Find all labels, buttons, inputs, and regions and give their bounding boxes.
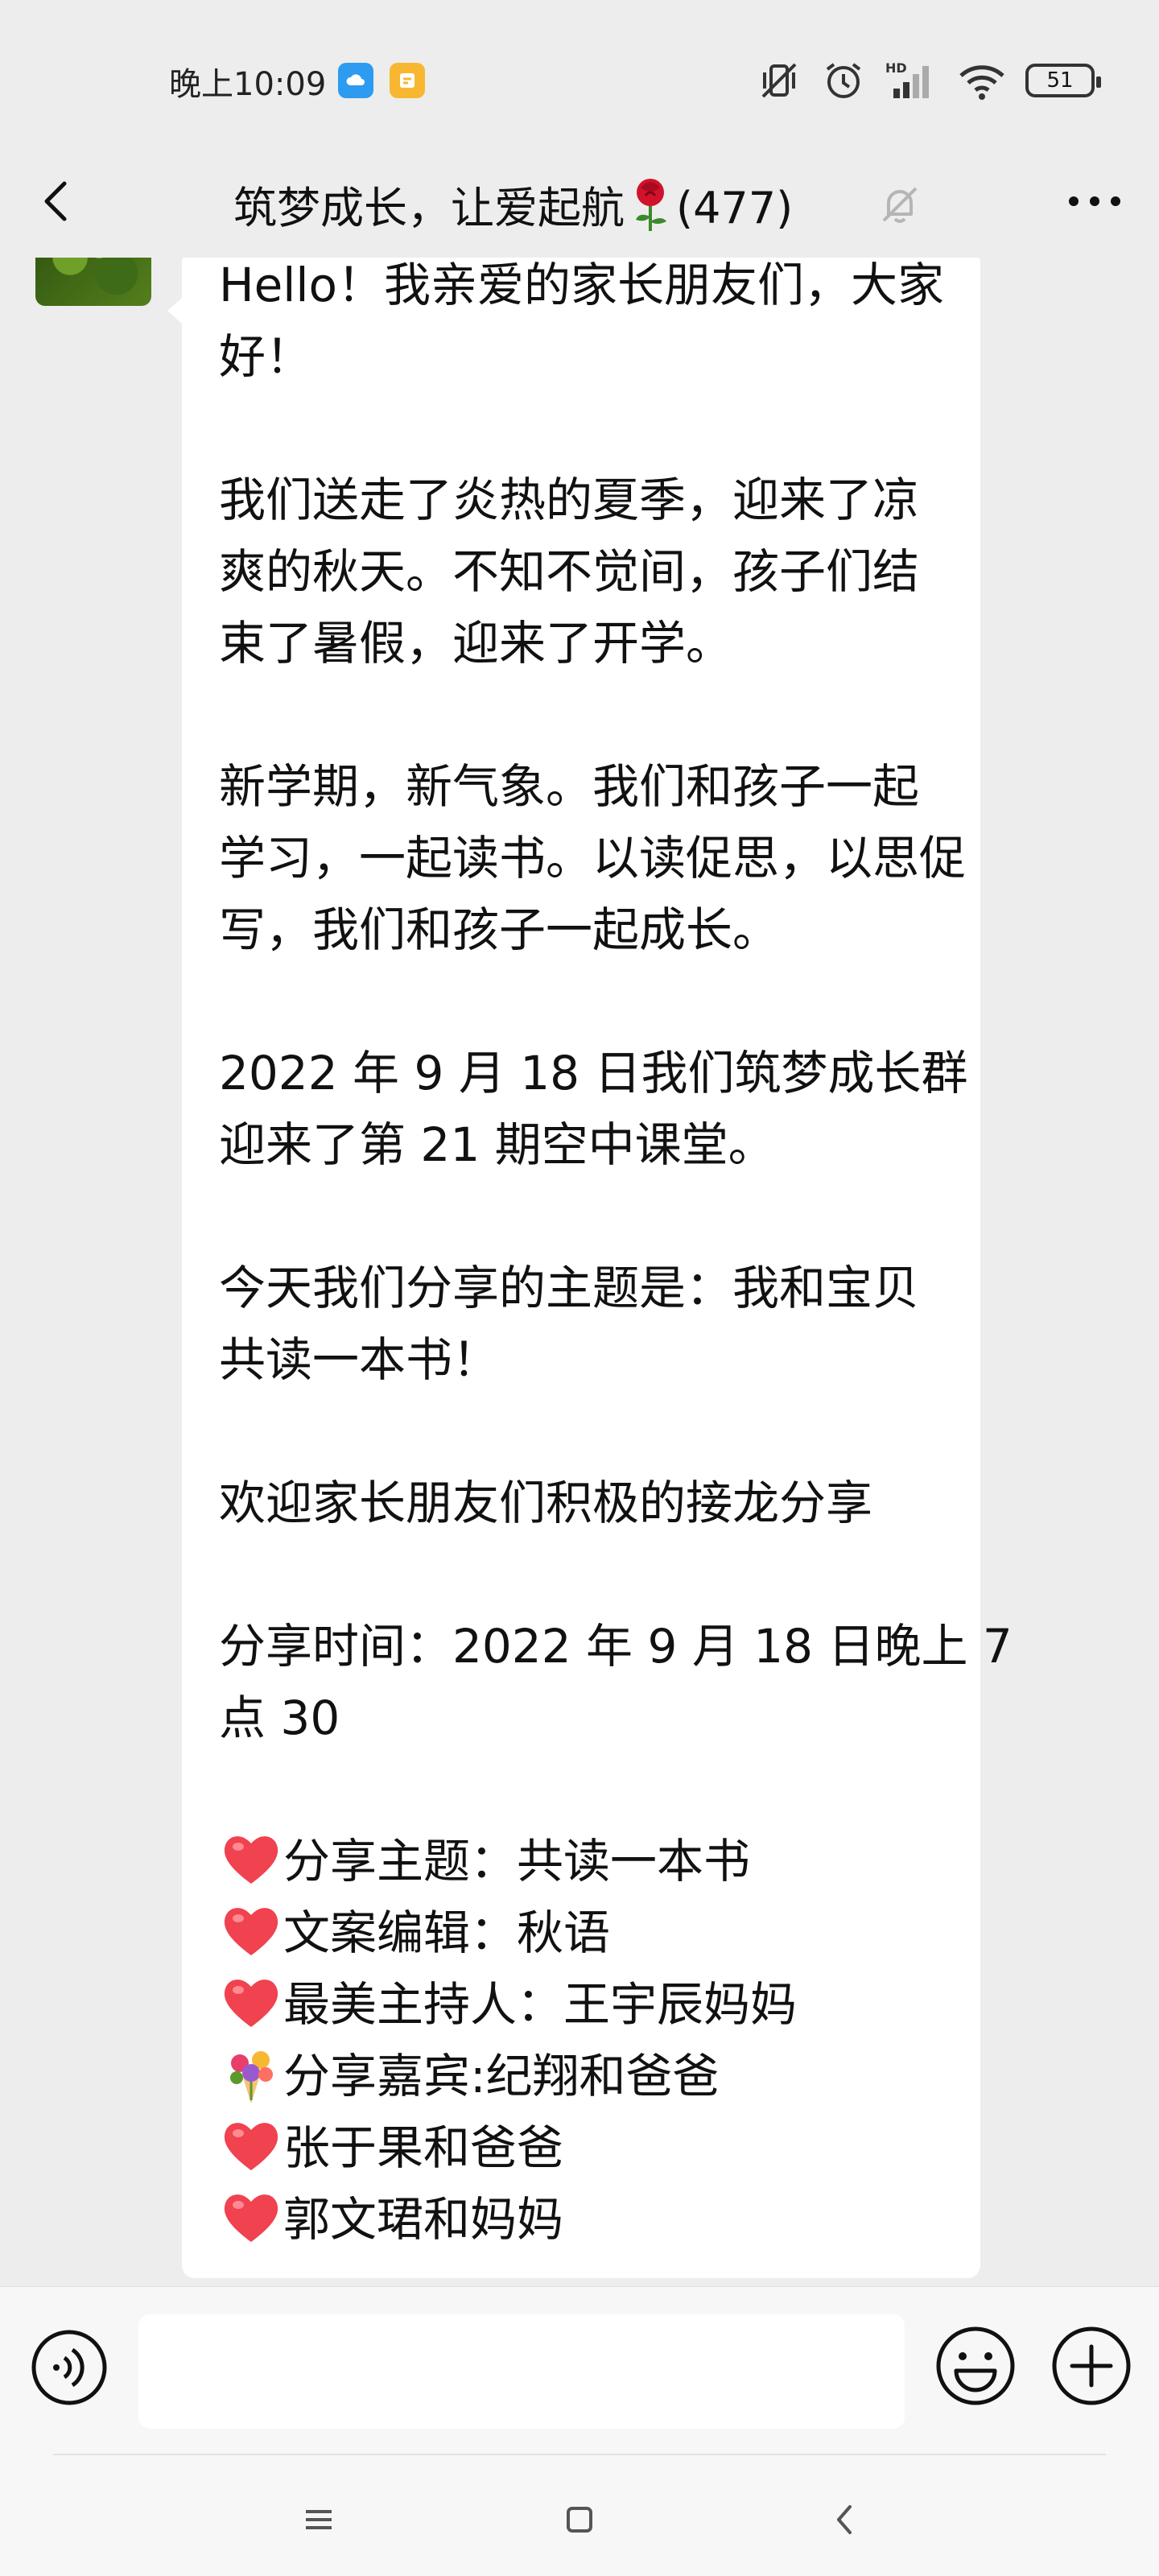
status-bar: 晚上10:09 HD 51 <box>0 0 1159 145</box>
message-line: 点 30 <box>219 1690 340 1745</box>
heart-icon <box>219 1971 283 2035</box>
member-count: (477) <box>676 183 794 233</box>
message-line: 写，我们和孩子一起成长。 <box>219 902 780 957</box>
plus-button[interactable] <box>1050 2324 1133 2408</box>
message-text: Hello！我亲爱的家长朋友们，大家 好！ 我们送走了炎热的夏季，迎来了凉 爽的秋天。… <box>219 258 1013 1826</box>
heart-icon <box>219 1899 283 1963</box>
voice-input-button[interactable] <box>29 2327 109 2408</box>
list-item-text: 张于果和爸爸 <box>283 2120 564 2175</box>
group-title: 筑梦成长，让爱起航 (477) <box>233 172 793 236</box>
message-line: 束了暑假，迎来了开学。 <box>219 616 733 671</box>
chat-header: 筑梦成长，让爱起航 (477) <box>0 145 1159 258</box>
system-back-button[interactable] <box>821 2496 869 2544</box>
heart-icon <box>219 2186 283 2250</box>
heart-icon <box>219 2114 283 2178</box>
bouquet-icon <box>219 2042 283 2107</box>
battery-indicator: 51 <box>1025 64 1101 97</box>
heart-icon <box>219 1827 283 1892</box>
notes-app-icon <box>390 63 425 98</box>
message-line: 新学期，新气象。我们和孩子一起 <box>219 759 920 814</box>
wifi-icon <box>959 65 1004 100</box>
message-list: 分享主题：共读一本书 文案编辑：秋语最美主持人：王宇辰妈妈 分享嘉宾:纪翔和爸爸 张于… <box>219 1826 945 2256</box>
back-button[interactable] <box>32 175 84 227</box>
list-item-text: 郭文珺和妈妈 <box>283 2192 564 2247</box>
signal-icon: HD <box>885 60 929 98</box>
message-line: 学习，一起读书。以读促思，以思促 <box>219 831 967 886</box>
chat-area[interactable]: Hello！我亲爱的家长朋友们，大家 好！ 我们送走了炎热的夏季，迎来了凉 爽的秋天。… <box>0 258 1159 2286</box>
list-item-text: 分享嘉宾:纪翔和爸爸 <box>283 2049 720 2103</box>
svg-text:HD: HD <box>885 60 907 76</box>
message-bubble[interactable]: Hello！我亲爱的家长朋友们，大家 好！ 我们送走了炎热的夏季，迎来了凉 爽的秋天。… <box>167 258 1013 2278</box>
nav-divider <box>53 2454 1106 2455</box>
recent-apps-button[interactable] <box>295 2496 343 2544</box>
list-item: 分享主题：共读一本书 <box>219 1826 945 1897</box>
system-nav-bar <box>0 2447 1159 2576</box>
message-line: 爽的秋天。不知不觉间，孩子们结 <box>219 544 920 599</box>
message-line: 共读一本书！ <box>219 1332 500 1387</box>
emoji-button[interactable] <box>934 2324 1017 2408</box>
input-bar <box>0 2286 1159 2447</box>
message-line: 迎来了第 21 期空中课堂。 <box>219 1117 775 1172</box>
list-item: 张于果和爸爸 <box>219 2112 945 2184</box>
message-line: 我们送走了炎热的夏季，迎来了凉 <box>219 473 920 527</box>
message-line: 分享时间：2022 年 9 月 18 日晚上 7 <box>219 1619 1013 1674</box>
message-input[interactable] <box>138 2314 905 2429</box>
rose-emoji-icon <box>636 179 666 231</box>
cloud-app-icon <box>338 63 373 98</box>
more-options-button[interactable] <box>1062 177 1127 225</box>
message-line: Hello！我亲爱的家长朋友们，大家 <box>219 258 945 312</box>
group-name: 筑梦成长，让爱起航 <box>233 183 625 233</box>
list-item: 郭文珺和妈妈 <box>219 2184 945 2256</box>
message-line: 好！ <box>219 329 313 384</box>
status-icons: HD 51 <box>757 56 1101 105</box>
list-item-text: 分享主题：共读一本书 <box>283 1834 751 1889</box>
list-item: 最美主持人：王宇辰妈妈 <box>219 1969 945 2041</box>
list-item: 分享嘉宾:纪翔和爸爸 <box>219 2041 945 2112</box>
bell-off-icon <box>882 187 918 223</box>
list-item-text: 文案编辑：秋语 <box>283 1905 611 1960</box>
home-button[interactable] <box>555 2496 604 2544</box>
message-line: 2022 年 9 月 18 日我们筑梦成长群 <box>219 1046 968 1100</box>
sender-avatar[interactable] <box>35 258 151 306</box>
list-item: 文案编辑：秋语 <box>219 1897 945 1969</box>
alarm-icon <box>826 63 861 98</box>
status-time: 晚上10:09 <box>169 66 327 103</box>
message-line: 今天我们分享的主题是：我和宝贝 <box>219 1261 920 1315</box>
vibrate-mute-icon <box>761 63 797 98</box>
list-item-text: 最美主持人：王宇辰妈妈 <box>283 1977 798 2032</box>
message-line: 欢迎家长朋友们积极的接龙分享 <box>219 1476 873 1530</box>
